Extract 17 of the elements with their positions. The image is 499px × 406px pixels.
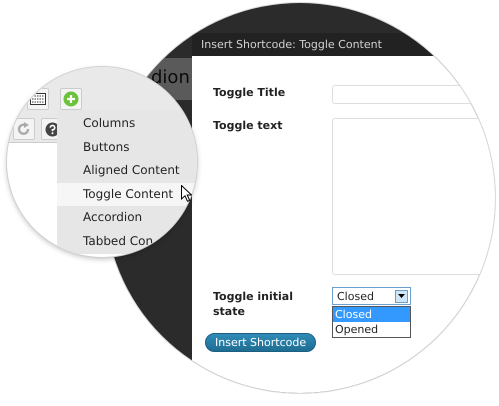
- menu-item[interactable]: Tabbed Con: [57, 230, 197, 254]
- menu-item[interactable]: Columns: [57, 112, 197, 136]
- insert-button[interactable]: Insert Shortcode: [205, 333, 316, 352]
- menu-item[interactable]: Aligned Content: [57, 159, 197, 183]
- menu-item[interactable]: Toggle Content: [57, 182, 197, 206]
- menu-item[interactable]: Buttons: [57, 136, 197, 160]
- dropdown[interactable]: Closed: [332, 287, 411, 305]
- dropdown-option[interactable]: Opened: [333, 322, 410, 337]
- menu-item[interactable]: Accordion: [57, 206, 197, 230]
- page-heading: dion: [151, 67, 190, 88]
- text-area[interactable]: [332, 118, 495, 275]
- keyboard-icon[interactable]: [27, 88, 49, 110]
- field-label: Toggle text: [213, 118, 284, 133]
- plus-icon[interactable]: [60, 88, 82, 110]
- field-label: Toggle initial state: [213, 289, 293, 319]
- field-label: Toggle Title: [213, 85, 286, 100]
- redo-icon[interactable]: [13, 118, 35, 140]
